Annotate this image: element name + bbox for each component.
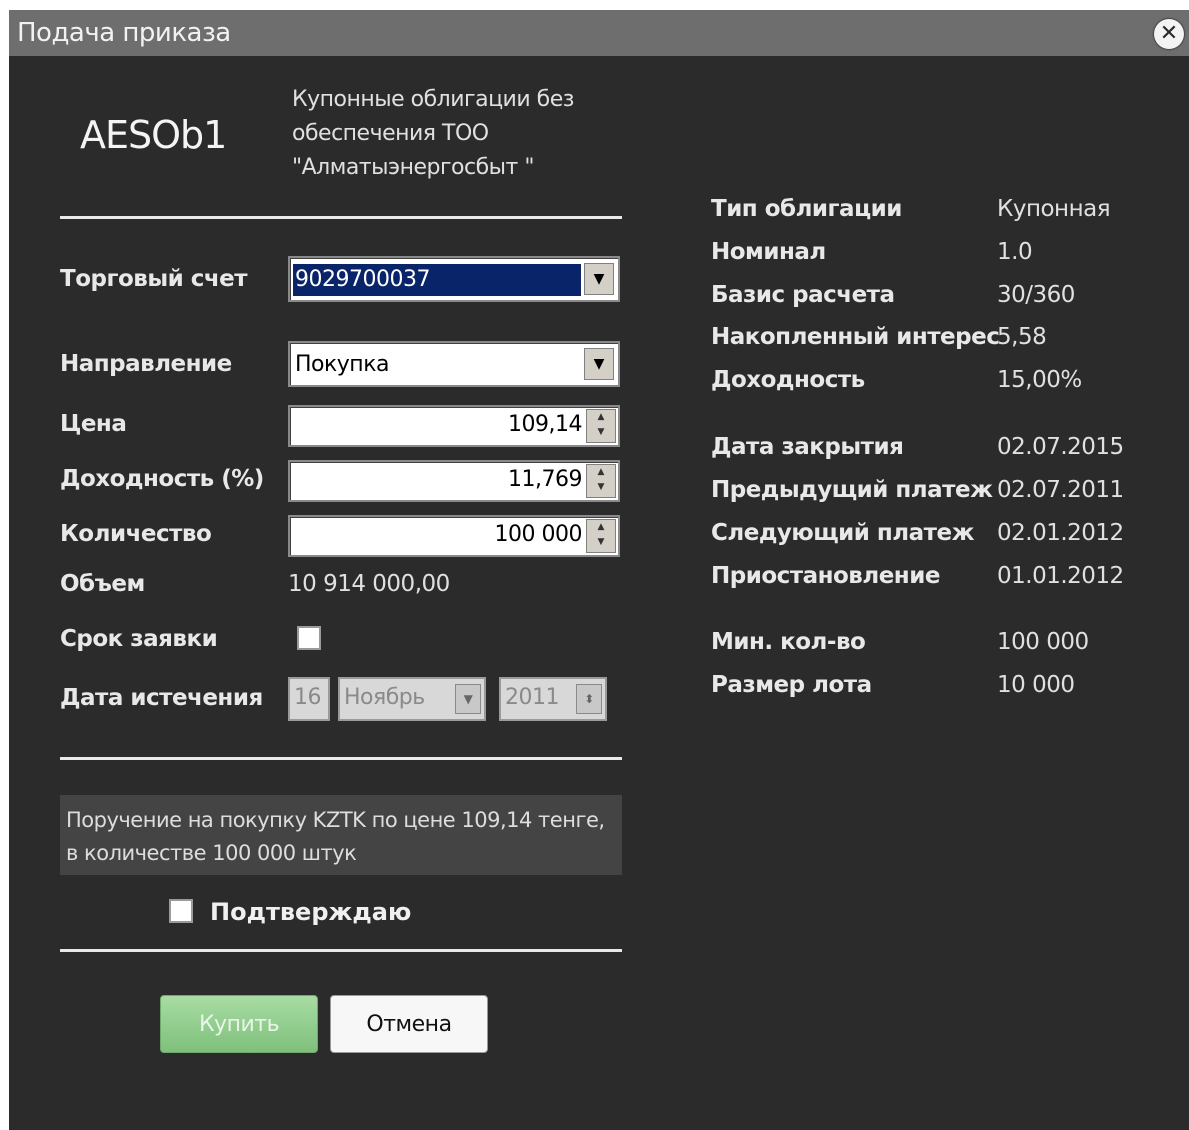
divider [60,949,622,952]
spinner-arrows-icon[interactable]: ⬍ [576,684,602,714]
expiry-year-spinner[interactable]: 2011 ⬍ [499,677,607,721]
suspension-value: 01.01.2012 [997,563,1124,589]
quantity-input[interactable]: 100 000 ▲ ▼ [288,515,620,557]
account-label: Торговый счет [60,266,248,292]
yield-value: 11,769 [508,467,582,492]
lot-size-label: Размер лота [711,672,872,698]
direction-value: Покупка [295,352,389,377]
suspension-label: Приостановление [711,563,940,589]
order-summary: Поручение на покупку KZTK по цене 109,14… [60,795,622,875]
instrument-description: Купонные облигации без обеспечения ТОО "… [292,87,574,180]
min-quantity-value: 100 000 [997,629,1089,655]
volume-label: Объем [60,571,145,597]
divider [60,216,622,219]
account-value: 9029700037 [293,264,581,296]
cancel-button[interactable]: Отмена [330,995,488,1053]
chevron-down-icon[interactable]: ▼ [584,263,614,295]
divider [60,757,622,760]
expiry-day-value: 16 [294,685,322,710]
title-bar[interactable]: Подача приказа ✕ [9,10,1189,56]
price-value: 109,14 [508,412,582,437]
next-payment-value: 02.01.2012 [997,520,1124,546]
basis-value: 30/360 [997,282,1075,308]
spinner-arrows-icon[interactable]: ▲ ▼ [586,409,616,443]
prev-payment-value: 02.07.2011 [997,477,1124,503]
volume-value: 10 914 000,00 [288,571,450,597]
yield-label: Доходность (%) [60,466,264,492]
bond-type-label: Тип облигации [711,196,902,222]
lot-size-value: 10 000 [997,672,1075,698]
term-checkbox[interactable] [297,626,321,650]
basis-label: Базис расчета [711,282,895,308]
chevron-down-icon[interactable]: ▼ [455,684,481,714]
nominal-label: Номинал [711,239,826,265]
direction-label: Направление [60,351,232,377]
quantity-value: 100 000 [494,522,583,547]
expiry-year-value: 2011 [505,685,560,710]
yield-info-label: Доходность [711,367,865,393]
accrued-interest-label: Накопленный интерес [711,324,1000,350]
expiry-month-select[interactable]: Ноябрь ▼ [338,677,486,721]
spinner-arrows-icon[interactable]: ▲ ▼ [586,464,616,498]
prev-payment-label: Предыдущий платеж [711,477,993,503]
confirm-label: Подтверждаю [210,898,412,926]
account-select[interactable]: 9029700037 ▼ [288,256,620,302]
quantity-label: Количество [60,521,212,547]
close-icon: ✕ [1159,21,1179,46]
chevron-down-icon[interactable]: ▼ [584,348,614,380]
spinner-arrows-icon[interactable]: ▲ ▼ [586,519,616,553]
expiry-label: Дата истечения [60,685,263,711]
price-input[interactable]: 109,14 ▲ ▼ [288,405,620,447]
expiry-day-field[interactable]: 16 [288,677,330,721]
yield-input[interactable]: 11,769 ▲ ▼ [288,460,620,502]
dialog-title: Подача приказа [17,18,231,48]
accrued-interest-value: 5,58 [997,324,1047,350]
confirm-checkbox[interactable] [169,899,193,923]
close-button[interactable]: ✕ [1154,19,1184,49]
nominal-value: 1.0 [997,239,1033,265]
yield-info-value: 15,00% [997,367,1082,393]
bond-type-value: Купонная [997,196,1111,222]
expiry-month-value: Ноябрь [344,685,425,710]
term-label: Срок заявки [60,626,218,652]
next-payment-label: Следующий платеж [711,520,975,546]
close-date-label: Дата закрытия [711,434,904,460]
direction-select[interactable]: Покупка ▼ [288,341,620,387]
min-quantity-label: Мин. кол-во [711,629,866,655]
order-dialog: Подача приказа ✕ AESOb1 Купонные облигац… [9,10,1189,1130]
buy-button[interactable]: Купить [160,995,318,1053]
price-label: Цена [60,411,127,437]
instrument-ticker: AESOb1 [80,113,227,157]
close-date-value: 02.07.2015 [997,434,1124,460]
